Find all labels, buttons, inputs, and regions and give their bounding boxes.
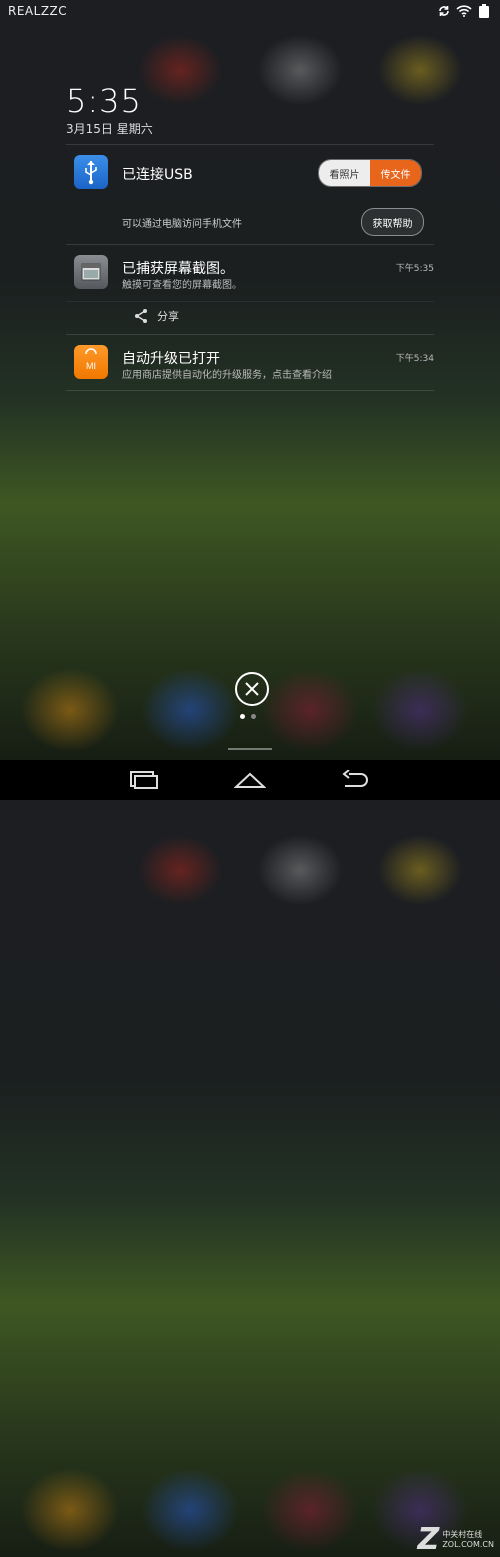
upgrade-title: 自动升级已打开 (122, 351, 220, 367)
upgrade-time: 下午5:34 (395, 354, 434, 364)
close-icon (245, 682, 259, 696)
lockscreen-time: 5:35 (66, 82, 142, 120)
divider (66, 301, 434, 302)
screenshot-icon (74, 255, 108, 289)
usb-icon (74, 155, 108, 189)
recent-apps-icon (130, 771, 158, 789)
wifi-icon (456, 5, 472, 17)
screenshot-title: 已捕获屏幕截图。 (122, 261, 234, 277)
watermark-line2: ZOL.COM.CN (442, 1539, 494, 1549)
sync-icon (439, 6, 449, 16)
share-action[interactable]: 分享 (133, 308, 179, 324)
status-bar: REALZZC (0, 0, 500, 22)
page-dot (251, 714, 256, 719)
recent-apps-button[interactable] (128, 768, 160, 792)
view-photos-option[interactable]: 看照片 (319, 160, 370, 186)
lockscreen-date: 3月15日 星期六 (66, 122, 153, 136)
back-icon (342, 770, 368, 787)
status-icons (438, 4, 490, 18)
divider (66, 390, 434, 391)
page-indicator (240, 714, 256, 719)
share-icon (135, 309, 147, 323)
screenshot-notification[interactable]: 已捕获屏幕截图。 触摸可查看您的屏幕截图。 下午5:35 (66, 245, 434, 301)
usb-mode-toggle[interactable]: 看照片 传文件 (318, 159, 422, 187)
drag-handle[interactable] (228, 748, 272, 750)
navigation-bar: Z 中关村在线 ZOL.COM.CN (0, 760, 500, 1557)
zol-watermark: Z 中关村在线 ZOL.COM.CN (418, 1522, 494, 1557)
screenshot-time: 下午5:35 (395, 264, 434, 274)
upgrade-description: 应用商店提供自动化的升级服务，点击查看介绍 (122, 370, 332, 381)
upgrade-notification[interactable]: MI 自动升级已打开 应用商店提供自动化的升级服务，点击查看介绍 下午5:34 (66, 335, 434, 390)
home-button[interactable] (234, 768, 266, 792)
usb-description: 可以通过电脑访问手机文件 (122, 219, 242, 230)
watermark-logo: Z (417, 1522, 440, 1557)
get-help-button[interactable]: 获取帮助 (361, 208, 424, 236)
mi-store-icon-text: MI (86, 361, 96, 371)
transfer-files-option[interactable]: 传文件 (370, 160, 421, 186)
page-dot-active (240, 714, 245, 719)
home-icon (234, 772, 266, 788)
carrier-name: REALZZC (8, 4, 68, 18)
battery-icon (479, 4, 489, 18)
back-button[interactable] (340, 768, 372, 792)
clear-notifications-button[interactable] (235, 672, 269, 706)
usb-title: 已连接USB (122, 167, 193, 183)
screenshot-description: 触摸可查看您的屏幕截图。 (122, 280, 242, 291)
watermark-line1: 中关村在线 (442, 1529, 483, 1539)
share-label: 分享 (157, 310, 179, 323)
mi-store-icon: MI (74, 345, 108, 379)
